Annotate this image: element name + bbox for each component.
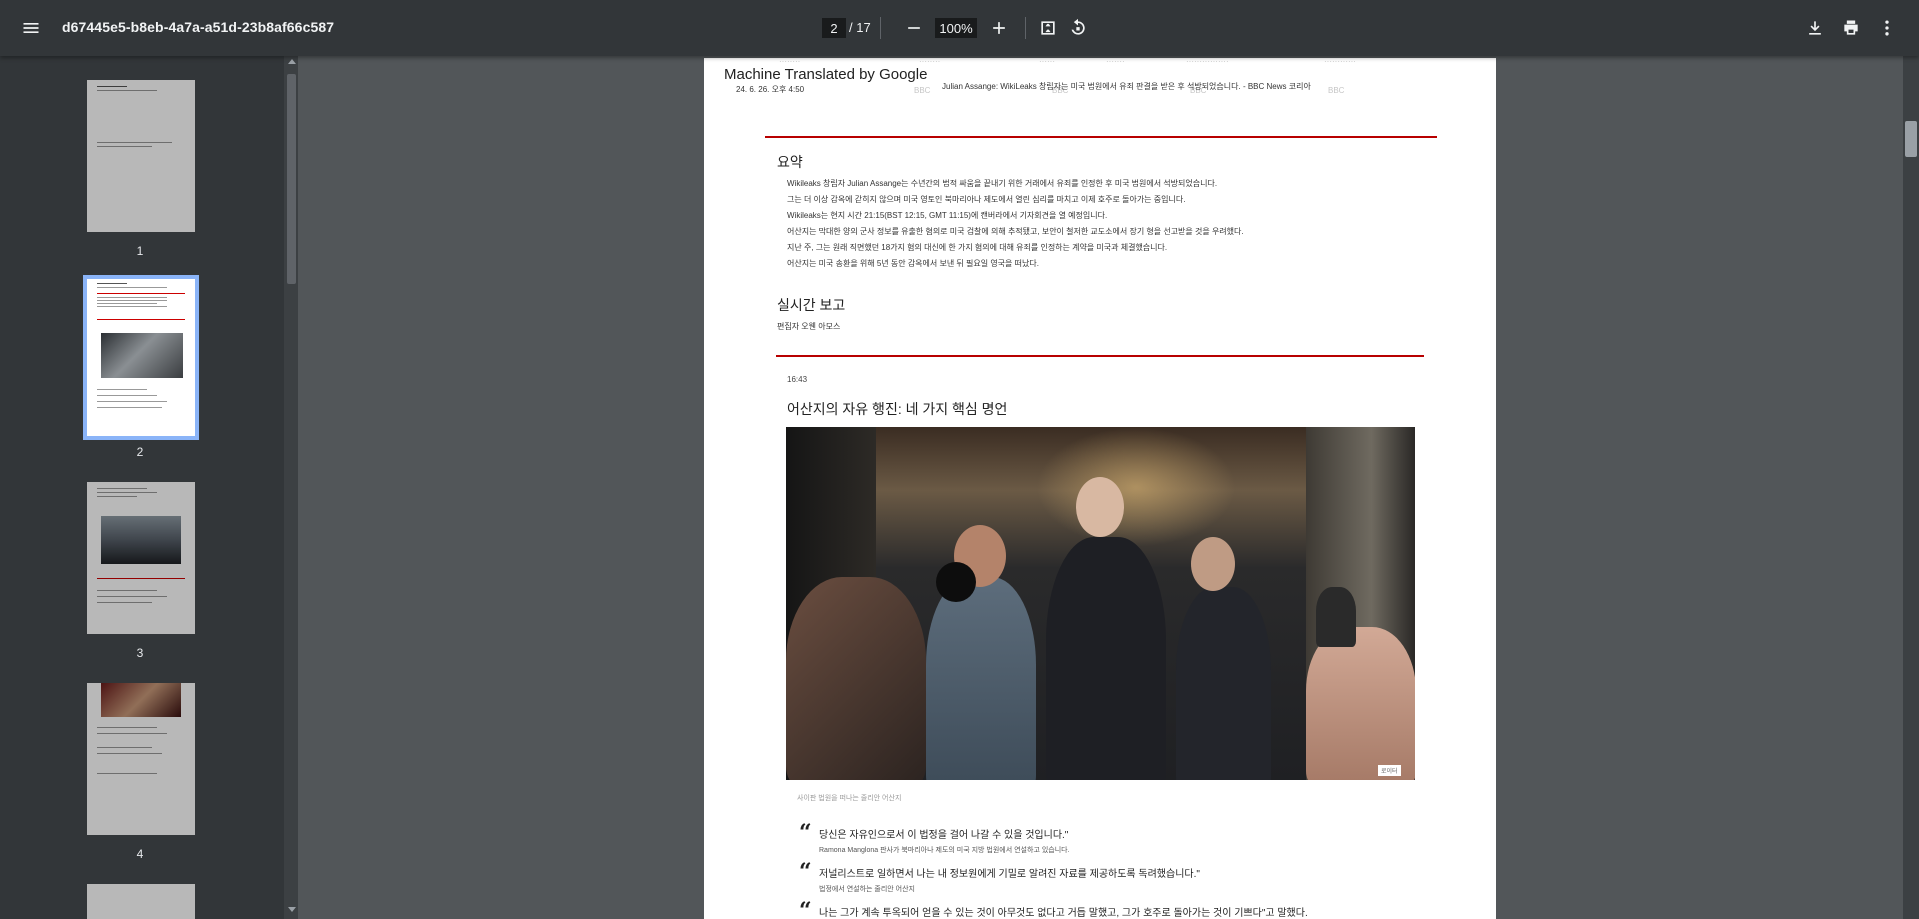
- article-header-title: Julian Assange: WikiLeaks 창립자는 미국 법원에서 유…: [942, 82, 1311, 91]
- section-divider: [765, 136, 1437, 138]
- sidebar-scroll-down-icon[interactable]: [288, 907, 296, 912]
- toolbar-divider: [880, 17, 881, 39]
- quote-icon: “: [799, 859, 812, 885]
- page-thumbnail-2[interactable]: [83, 275, 199, 440]
- thumbnail-label: 4: [136, 847, 144, 861]
- editor-byline: 편집자 오웬 아모스: [777, 322, 841, 331]
- pdf-toolbar: d67445e5-b8eb-4a7a-a51d-23b8af66c587 / 1…: [0, 0, 1919, 56]
- page-thumbnail-1[interactable]: [87, 80, 195, 232]
- zoom-in-icon[interactable]: [983, 12, 1015, 44]
- summary-heading: 요약: [777, 154, 803, 170]
- live-report-heading: 실시간 보고: [777, 297, 846, 313]
- summary-item: 지난 주, 그는 원래 직면했던 18가지 혐의 대신에 한 가지 혐의에 대해…: [787, 243, 1168, 252]
- section-divider: [776, 355, 1424, 357]
- summary-item: 어산지는 미국 송환을 위해 5년 동안 감옥에서 보낸 뒤 필요일 영국을 떠…: [787, 259, 1039, 268]
- sidebar-scroll-up-icon[interactable]: [288, 59, 296, 64]
- photo-caption: 사이판 법원을 떠나는 줄리안 어산지: [797, 795, 902, 802]
- summary-item: Wikileaks는 현지 시간 21:15(BST 12:15, GMT 11…: [787, 211, 1108, 220]
- download-icon[interactable]: [1799, 12, 1831, 44]
- more-options-icon[interactable]: [1871, 12, 1903, 44]
- page-total: / 17: [849, 20, 871, 35]
- print-icon[interactable]: [1835, 12, 1867, 44]
- post-title: 어산지의 자유 행진: 네 가지 핵심 명언: [787, 401, 1008, 417]
- document-scrollbar-thumb[interactable]: [1905, 121, 1917, 157]
- zoom-out-icon[interactable]: [898, 12, 930, 44]
- page-thumbnail-5[interactable]: [87, 884, 195, 919]
- document-title: d67445e5-b8eb-4a7a-a51d-23b8af66c587: [62, 19, 335, 35]
- quote-text: 당신은 자유인으로서 이 법정을 걸어 나갈 수 있을 것입니다.": [819, 830, 1069, 841]
- photo-credit: 로이터: [1378, 765, 1401, 776]
- rotate-icon[interactable]: [1062, 12, 1094, 44]
- thumbnail-label: 3: [136, 646, 144, 660]
- thumbnail-label: 1: [136, 244, 144, 258]
- quote-icon: “: [799, 820, 812, 846]
- sidebar-scrollbar-thumb[interactable]: [287, 74, 296, 284]
- summary-list: Wikileaks 창립자 Julian Assange는 수년간의 법적 싸움…: [787, 176, 1487, 272]
- news-photo: [786, 427, 1415, 780]
- quote-text: 저널리스트로 일하면서 나는 내 정보원에게 기밀로 알려진 자료를 제공하도록…: [819, 869, 1200, 880]
- pdf-page: ········ ········ ······ ······· ·······…: [704, 58, 1496, 919]
- summary-item: 어산지는 막대한 양의 군사 정보를 유출한 혐의로 미국 검찰에 의해 추적됐…: [787, 227, 1244, 236]
- quote-icon: “: [799, 898, 812, 919]
- zoom-level-input[interactable]: [935, 18, 977, 38]
- fit-to-page-icon[interactable]: [1032, 12, 1064, 44]
- quote-attribution: 법정에서 연설하는 줄리안 어산지: [819, 886, 915, 893]
- page-thumbnail-4[interactable]: [87, 683, 195, 835]
- page-number-input[interactable]: [822, 18, 846, 38]
- post-timestamp: 16:43: [787, 375, 808, 384]
- summary-item: 그는 더 이상 감옥에 갇히지 않으며 미국 영토인 북마리아나 제도에서 열린…: [787, 195, 1186, 204]
- menu-icon[interactable]: [15, 12, 47, 44]
- document-scrollbar[interactable]: [1903, 56, 1919, 919]
- quote-text: 나는 그가 계속 투옥되어 얻을 수 있는 것이 아무것도 없다고 거듭 말했고…: [819, 908, 1308, 919]
- toolbar-divider: [1025, 17, 1026, 39]
- page-thumbnail-3[interactable]: [87, 482, 195, 634]
- thumbnail-label: 2: [136, 445, 144, 459]
- quote-attribution: Ramona Manglona 판사가 북마리아나 제도의 미국 지방 법원에서…: [819, 847, 1070, 854]
- print-date: 24. 6. 26. 오후 4:50: [736, 85, 805, 94]
- translator-label: Machine Translated by Google: [724, 66, 928, 83]
- summary-item: Wikileaks 창립자 Julian Assange는 수년간의 법적 싸움…: [787, 179, 1218, 188]
